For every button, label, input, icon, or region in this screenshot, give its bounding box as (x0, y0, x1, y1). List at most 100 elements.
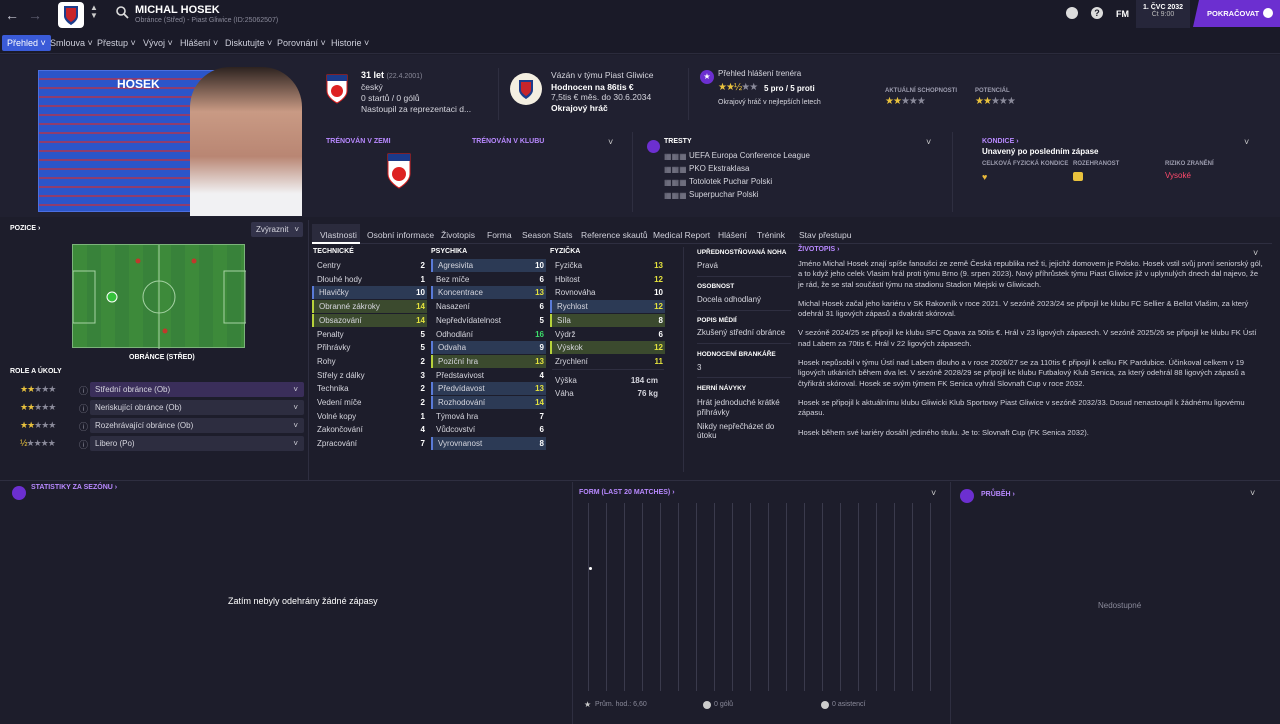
attribute-row[interactable]: Nepředvídatelnost 5 (431, 314, 546, 327)
tab-form[interactable]: Forma (487, 228, 512, 242)
continue-button[interactable]: POKRAČOVAT (1193, 0, 1280, 27)
attribute-row[interactable]: Agresivita 10 (431, 259, 546, 272)
role-dropdown[interactable]: Neriskující obránce (Ob) ˅ (90, 400, 304, 415)
attribute-row[interactable]: Technika 2 (312, 382, 427, 395)
top-bar: ← → ▲ ▼ MICHAL HOSEK Obránce (Střed) - Pi… (0, 0, 1280, 30)
attribute-value: 8 (658, 315, 663, 325)
nav-reports[interactable]: Hlášení ˅ (175, 35, 223, 51)
tab-reports[interactable]: Hlášení (718, 228, 747, 242)
player-dob: (22.4.2001) (386, 73, 423, 80)
attribute-row[interactable]: Obranné zákroky 14 (312, 300, 427, 314)
help-icon[interactable]: ? (1091, 7, 1103, 19)
tab-attributes[interactable]: Vlastnosti (320, 228, 357, 242)
attribute-row[interactable]: Penalty 5 (312, 328, 427, 341)
form-title[interactable]: FORM (LAST 20 MATCHES) › (579, 489, 675, 496)
attribute-row[interactable]: Bez míče 6 (431, 273, 546, 286)
nav-discuss[interactable]: Diskutujte ˅ (220, 35, 277, 51)
tab-season-stats[interactable]: Season Stats (522, 228, 573, 242)
scout-title[interactable]: Přehled hlášení trenéra (718, 69, 801, 78)
tab-personal-info[interactable]: Osobní informace (367, 228, 434, 242)
attribute-row[interactable]: Týmová hra 7 (431, 410, 546, 423)
attribute-row[interactable]: Odhodlání 16 (431, 328, 546, 341)
position-label: OBRÁNCE (STŘED) (129, 354, 195, 361)
role-dropdown[interactable]: Libero (Po) ˅ (90, 436, 304, 451)
nav-contract[interactable]: Smlouva ˅ (45, 35, 98, 51)
nav-transfer[interactable]: Přestup ˅ (92, 35, 141, 51)
info-icon[interactable]: ⓘ (79, 438, 88, 451)
attribute-row[interactable]: Rohy 2 (312, 355, 427, 368)
attribute-row[interactable]: Výdrž 6 (550, 328, 665, 341)
current-ability-stars: ★★★★★ (885, 96, 926, 107)
tab-scout-reference[interactable]: Reference skautů (581, 228, 648, 242)
attribute-row[interactable]: Fyzička 13 (550, 259, 665, 272)
chevron-up-down-icon[interactable]: ▲ ▼ (90, 4, 98, 20)
info-icon[interactable]: ⓘ (79, 402, 88, 415)
attribute-row[interactable]: Představivost 4 (431, 369, 546, 382)
fm-icon[interactable]: FM (1116, 9, 1129, 19)
national-status: Nastoupil za reprezentaci d... (361, 104, 472, 114)
tab-training[interactable]: Trénink (757, 228, 785, 242)
attribute-name: Vedení míče (317, 398, 362, 407)
nav-history[interactable]: Historie ˅ (326, 35, 374, 51)
attribute-row[interactable]: Hbitost 12 (550, 273, 665, 286)
attribute-row[interactable]: Volné kopy 1 (312, 410, 427, 423)
tab-transfer-status[interactable]: Stav přestupu (799, 228, 851, 242)
condition-title[interactable]: KONDICE › (982, 138, 1019, 145)
attribute-row[interactable]: Zrychlení 11 (550, 355, 665, 368)
attribute-value: 12 (654, 343, 663, 353)
potential-label: POTENCIÁL (975, 88, 1010, 94)
nav-overview[interactable]: Přehled ˅ (2, 35, 51, 51)
forward-icon[interactable]: → (28, 7, 42, 23)
attribute-row[interactable]: Hlavičky 10 (312, 286, 427, 300)
info-icon[interactable]: ⓘ (79, 420, 88, 433)
season-stats-title[interactable]: STATISTIKY ZA SEZÓNU › (31, 484, 117, 491)
attribute-row[interactable]: Rozhodování 14 (431, 396, 546, 409)
chevron-down-icon[interactable]: ˅ (931, 488, 936, 498)
attribute-row[interactable]: Vedení míče 2 (312, 396, 427, 409)
nav-compare[interactable]: Porovnání ˅ (272, 35, 331, 51)
biography-title[interactable]: ŽIVOTOPIS › (798, 246, 840, 253)
chevron-down-icon[interactable]: ˅ (1250, 488, 1255, 498)
tab-biography[interactable]: Životopis (441, 228, 475, 242)
attribute-name: Penalty (317, 329, 344, 339)
attribute-row[interactable]: Rovnováha 10 (550, 286, 665, 299)
attribute-row[interactable]: Obsazování 14 (312, 313, 427, 327)
chevron-down-icon[interactable]: ˅ (926, 137, 931, 147)
attribute-row[interactable]: Koncentrace 13 (431, 286, 546, 300)
attribute-row[interactable]: Rychlost 12 (550, 300, 665, 314)
highlight-dropdown[interactable]: Zvýraznit ˅ (251, 222, 303, 237)
attribute-row[interactable]: Nasazení 6 (431, 300, 546, 313)
attribute-row[interactable]: Vyrovnanost 8 (431, 437, 546, 451)
attribute-row[interactable]: Střely z dálky 3 (312, 369, 427, 382)
role-dropdown[interactable]: Střední obránce (Ob) ˅ (90, 382, 304, 397)
ball-icon[interactable] (1066, 7, 1078, 19)
attribute-row[interactable]: Odvaha 9 (431, 341, 546, 355)
attribute-row[interactable]: Centry 2 (312, 259, 427, 272)
attribute-row[interactable]: Přihrávky 5 (312, 341, 427, 354)
attribute-row[interactable]: Poziční hra 13 (431, 354, 546, 368)
attribute-row[interactable]: Výskok 12 (550, 341, 665, 355)
club-badge-icon (58, 2, 84, 28)
contract-line-1: Vázán v týmu Piast Gliwice (551, 70, 654, 80)
attribute-row[interactable]: Předvídavost 13 (431, 382, 546, 396)
divider (952, 132, 953, 212)
progress-title[interactable]: PRŮBĚH › (981, 491, 1015, 498)
divider (697, 276, 791, 277)
position-title[interactable]: POZICE › (10, 225, 40, 232)
attribute-row[interactable]: Síla 8 (550, 313, 665, 327)
attribute-row[interactable]: Zpracování 7 (312, 437, 427, 450)
nav-development[interactable]: Vývoj ˅ (138, 35, 178, 51)
search-icon[interactable] (116, 6, 129, 19)
tab-medical-report[interactable]: Medical Report (653, 228, 710, 242)
chevron-down-icon[interactable]: ˅ (608, 137, 613, 147)
info-icon[interactable]: ⓘ (79, 384, 88, 397)
attribute-name: Rozhodování (438, 398, 486, 407)
attribute-row[interactable]: Dlouhé hody 1 (312, 273, 427, 286)
attribute-row[interactable]: Zakončování 4 (312, 423, 427, 436)
trained-nation-label: TRÉNOVÁN V ZEMI (326, 138, 391, 145)
back-icon[interactable]: ← (5, 7, 19, 23)
role-dropdown[interactable]: Rozehrávající obránce (Ob) ˅ (90, 418, 304, 433)
chevron-down-icon[interactable]: ˅ (1244, 137, 1249, 147)
chevron-down-icon[interactable]: ˅ (1253, 248, 1258, 258)
attribute-row[interactable]: Vůdcovství 6 (431, 423, 546, 436)
